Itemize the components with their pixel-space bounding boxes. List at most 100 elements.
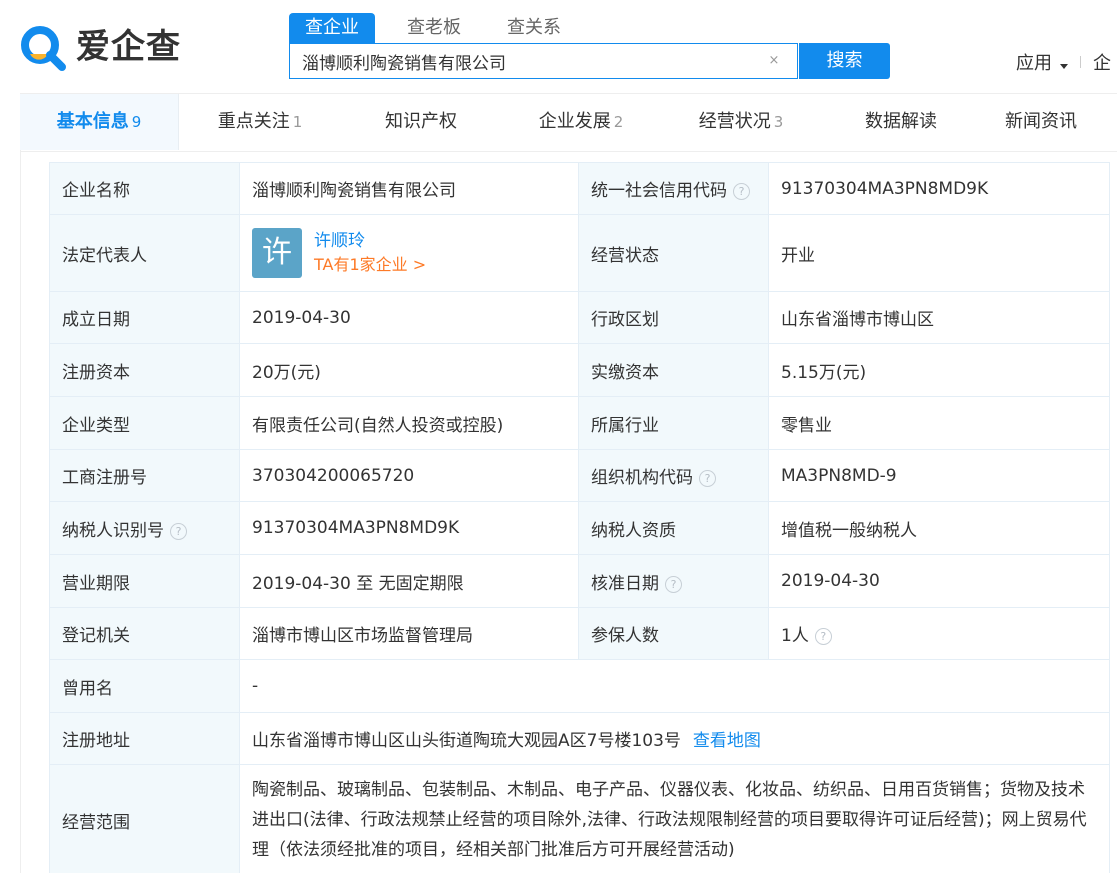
insured-value: 1人 (781, 626, 809, 646)
industry-value: 零售业 (768, 396, 1110, 450)
tab-key-focus[interactable]: 重点关注 1 (179, 94, 341, 150)
legal-rep: 许 许顺玲 TA有1家企业 > (252, 228, 566, 278)
help-icon[interactable]: ? (733, 183, 750, 200)
view-map-link[interactable]: 查看地图 (693, 731, 761, 751)
search-input[interactable] (302, 44, 752, 78)
field-label-with-help: 核准日期? (578, 554, 769, 608)
field-label: 营业期限 (49, 554, 240, 608)
business-term-value: 2019-04-30 至 无固定期限 (239, 554, 579, 608)
header-right: 应用 企 (1016, 48, 1111, 76)
field-label: 所属行业 (578, 396, 769, 450)
taxpayer-id-value: 91370304MA3PN8MD9K (239, 501, 579, 555)
help-icon[interactable]: ? (170, 522, 187, 540)
field-label: 统一社会信用代码 (591, 181, 727, 201)
company-type-value: 有限责任公司(自然人投资或控股) (239, 396, 579, 450)
field-label: 法定代表人 (49, 214, 240, 292)
credit-code-value: 91370304MA3PN8MD9K (768, 162, 1110, 215)
region-value: 山东省淄博市博山区 (768, 291, 1110, 344)
tab-count: 2 (613, 113, 624, 131)
logo-text: 爱企查 (76, 27, 181, 67)
app-root: 爱企查 查企业 查老板 查关系 × 搜索 应用 企 基本信息9 重点关注1 知识… (0, 0, 1117, 873)
legal-rep-companies-link[interactable]: TA有1家企业 > (314, 253, 426, 277)
table-row: 营业期限 2019-04-30 至 无固定期限 核准日期? 2019-04-30 (49, 554, 1110, 608)
section-tabs: 基本信息 9 重点关注 1 知识产权 企业发展 2 经营状况 3 数据解读 新闻资讯 (20, 93, 1117, 152)
field-label-with-help: 纳税人识别号? (49, 501, 240, 555)
field-label: 参保人数 (578, 607, 769, 660)
tab-label: 数据解读 (865, 111, 937, 132)
tab-development[interactable]: 企业发展 2 (501, 94, 661, 150)
table-row: 注册地址 山东省淄博市博山区山头街道陶琉大观园A区7号楼103号 查看地图 (49, 712, 1110, 765)
caret-down-icon (1060, 64, 1068, 69)
field-label-with-help: 统一社会信用代码? (578, 162, 769, 215)
search-tab-company[interactable]: 查企业 (289, 13, 375, 43)
field-label: 组织机构代码 (591, 468, 693, 488)
field-label: 经营状态 (578, 214, 769, 292)
table-row: 法定代表人 许 许顺玲 TA有1家企业 > 经营状态 开业 (49, 214, 1110, 292)
help-icon[interactable]: ? (814, 628, 832, 645)
org-code-value: MA3PN8MD-9 (768, 449, 1110, 502)
avatar[interactable]: 许 (252, 228, 302, 278)
legal-rep-cell: 许 许顺玲 TA有1家企业 > (239, 214, 579, 292)
field-label: 注册资本 (49, 343, 240, 397)
legal-rep-text: 许顺玲 TA有1家企业 > (314, 229, 426, 277)
tab-ip[interactable]: 知识产权 (341, 94, 501, 150)
company-name-value: 淄博顺利陶瓷销售有限公司 (239, 162, 579, 215)
address-value: 山东省淄博市博山区山头街道陶琉大观园A区7号楼103号 (252, 731, 681, 751)
field-label: 企业名称 (49, 162, 240, 215)
table-row: 纳税人识别号? 91370304MA3PN8MD9K 纳税人资质 增值税一般纳税… (49, 501, 1110, 555)
insured-cell: 1人? (768, 607, 1110, 660)
table-row: 工商注册号 370304200065720 组织机构代码? MA3PN8MD-9 (49, 449, 1110, 502)
tab-label: 重点关注 (217, 111, 290, 132)
tab-data-analysis[interactable]: 数据解读 (821, 94, 981, 150)
field-label: 成立日期 (49, 291, 240, 344)
search-button[interactable]: 搜索 (799, 43, 890, 79)
tab-count: 9 (131, 113, 142, 131)
clear-icon[interactable]: × (766, 53, 782, 69)
enterprise-menu-partial[interactable]: 企 (1093, 49, 1111, 75)
field-label: 经营范围 (49, 764, 240, 873)
help-icon[interactable]: ? (665, 575, 682, 593)
former-name-value: - (239, 659, 1110, 713)
reg-capital-value: 20万(元) (239, 343, 579, 397)
search-box: × (289, 43, 798, 79)
tab-basic-info[interactable]: 基本信息 9 (20, 94, 179, 150)
paid-capital-value: 5.15万(元) (768, 343, 1110, 397)
field-label: 实缴资本 (578, 343, 769, 397)
field-label: 行政区划 (578, 291, 769, 344)
approval-date-value: 2019-04-30 (768, 554, 1110, 608)
search-tab-boss[interactable]: 查老板 (407, 13, 461, 43)
header: 爱企查 查企业 查老板 查关系 × 搜索 应用 企 (0, 0, 1117, 92)
address-cell: 山东省淄博市博山区山头街道陶琉大观园A区7号楼103号 查看地图 (239, 712, 1110, 765)
business-scope-value: 陶瓷制品、玻璃制品、包装制品、木制品、电子产品、仪器仪表、化妆品、纺织品、日用百… (239, 764, 1110, 873)
tab-count: 3 (773, 113, 784, 131)
table-row: 注册资本 20万(元) 实缴资本 5.15万(元) (49, 343, 1110, 397)
tab-operations[interactable]: 经营状况 3 (661, 94, 821, 150)
magnifier-logo-icon (18, 22, 68, 72)
basic-info-table: 企业名称 淄博顺利陶瓷销售有限公司 统一社会信用代码? 91370304MA3P… (49, 162, 1110, 873)
search-tab-relation[interactable]: 查关系 (507, 13, 561, 43)
established-value: 2019-04-30 (239, 291, 579, 344)
field-label: 企业类型 (49, 396, 240, 450)
tab-news[interactable]: 新闻资讯 (981, 94, 1101, 150)
search-tabs: 查企业 查老板 查关系 (289, 13, 607, 43)
content-border (20, 150, 21, 873)
tab-label: 基本信息 (56, 111, 129, 132)
field-label-with-help: 组织机构代码? (578, 449, 769, 502)
field-label: 纳税人识别号 (62, 520, 164, 541)
legal-rep-name-link[interactable]: 许顺玲 (314, 229, 426, 253)
table-row: 企业类型 有限责任公司(自然人投资或控股) 所属行业 零售业 (49, 396, 1110, 450)
help-icon[interactable]: ? (699, 470, 716, 487)
field-label: 纳税人资质 (578, 501, 769, 555)
tab-label: 知识产权 (385, 111, 457, 132)
logo[interactable]: 爱企查 (18, 22, 181, 72)
authority-value: 淄博市博山区市场监督管理局 (239, 607, 579, 660)
tab-count: 1 (292, 113, 303, 131)
field-label: 注册地址 (49, 712, 240, 765)
search-area: 查企业 查老板 查关系 × 搜索 (289, 13, 891, 81)
field-label: 登记机关 (49, 607, 240, 660)
apps-label: 应用 (1016, 53, 1052, 74)
taxpayer-type-value: 增值税一般纳税人 (768, 501, 1110, 555)
apps-menu[interactable]: 应用 (1016, 49, 1068, 75)
reg-number-value: 370304200065720 (239, 449, 579, 502)
divider (1080, 56, 1081, 68)
